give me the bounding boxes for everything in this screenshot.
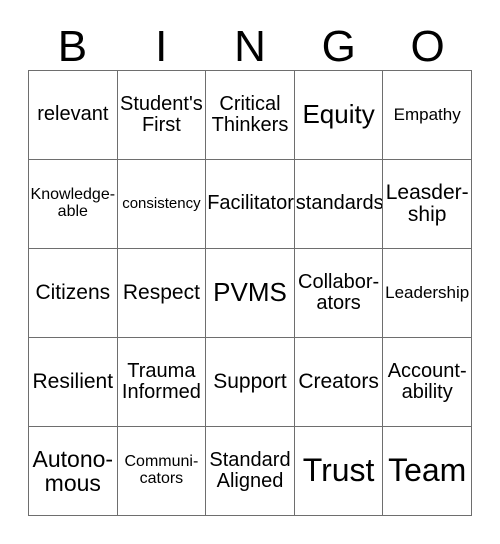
bingo-header-letter-i: I [155, 22, 168, 71]
bingo-row: Knowledge- able consistency Facilitator … [28, 159, 472, 249]
bingo-cell-label: Autono- mous [32, 445, 114, 496]
bingo-cell-label: Knowledge- able [30, 186, 116, 220]
bingo-header-letter-b: B [57, 22, 88, 71]
bingo-header: B I N G O [28, 15, 472, 70]
bingo-cell-label: Student's First [120, 92, 203, 136]
bingo-cell-label: Leasder- ship [385, 180, 469, 226]
bingo-cell-o4[interactable]: Account- ability [382, 337, 472, 427]
bingo-cell-label: Trust [302, 452, 375, 489]
bingo-cell-label: standards [295, 192, 383, 215]
bingo-cell-b3[interactable]: Citizens [28, 248, 118, 338]
bingo-cell-label: consistency [122, 195, 201, 213]
bingo-cell-i3[interactable]: Respect [116, 248, 207, 338]
bingo-cell-label: Creators [298, 369, 379, 393]
bingo-cell-b1[interactable]: relevant [28, 70, 118, 160]
bingo-cell-label: Collabor- ators [298, 270, 380, 314]
bingo-cell-b4[interactable]: Resilient [28, 337, 118, 427]
bingo-cell-b5[interactable]: Autono- mous [28, 426, 118, 516]
bingo-cell-label: Resilient [32, 369, 114, 393]
bingo-cell-label: Account- ability [387, 359, 467, 403]
bingo-cell-label: Leadership [385, 282, 470, 302]
bingo-header-letter-n: N [234, 22, 266, 71]
bingo-row: Resilient Trauma Informed Support Creato… [28, 337, 472, 427]
bingo-cell-g5[interactable]: Trust [293, 426, 384, 516]
bingo-cell-n2[interactable]: Facilitator [205, 159, 295, 249]
bingo-row: Autono- mous Communi- cators Standard Al… [28, 426, 472, 516]
bingo-cell-label: Empathy [393, 104, 461, 124]
bingo-cell-g3[interactable]: Collabor- ators [293, 248, 384, 338]
bingo-header-letter-o: O [410, 22, 445, 71]
bingo-cell-o3[interactable]: Leadership [382, 248, 472, 338]
bingo-cell-label: Equity [302, 99, 375, 130]
bingo-cell-label: Standard Aligned [209, 448, 291, 492]
bingo-cell-label: Communi- cators [124, 453, 199, 487]
bingo-cell-n4[interactable]: Support [205, 337, 295, 427]
bingo-cell-label: Citizens [35, 280, 111, 304]
bingo-row: Citizens Respect PVMS Collabor- ators Le… [28, 248, 472, 338]
bingo-cell-label: PVMS [213, 277, 287, 308]
bingo-cell-i2[interactable]: consistency [116, 159, 207, 249]
bingo-cell-i4[interactable]: Trauma Informed [116, 337, 207, 427]
bingo-cell-i5[interactable]: Communi- cators [116, 426, 207, 516]
bingo-cell-n5[interactable]: Standard Aligned [205, 426, 295, 516]
bingo-cell-g2[interactable]: standards [293, 159, 384, 249]
bingo-cell-label: Facilitator [207, 192, 294, 215]
bingo-cell-g4[interactable]: Creators [293, 337, 384, 427]
bingo-cell-o1[interactable]: Empathy [382, 70, 472, 160]
bingo-cell-n1[interactable]: Critical Thinkers [205, 70, 295, 160]
bingo-row: relevant Student's First Critical Thinke… [28, 70, 472, 160]
bingo-cell-o5[interactable]: Team [382, 426, 472, 516]
bingo-cell-label: Respect [122, 280, 200, 304]
bingo-cell-label: Team [388, 452, 467, 489]
bingo-cell-i1[interactable]: Student's First [116, 70, 207, 160]
bingo-card: B I N G O relevant Student's First Criti… [28, 15, 472, 516]
bingo-cell-g1[interactable]: Equity [293, 70, 384, 160]
bingo-cell-label: Trauma Informed [121, 359, 201, 403]
bingo-cell-b2[interactable]: Knowledge- able [28, 159, 118, 249]
bingo-cell-o2[interactable]: Leasder- ship [382, 159, 472, 249]
bingo-cell-label: Support [213, 369, 287, 393]
bingo-cell-label: Critical Thinkers [211, 92, 289, 136]
bingo-cell-label: relevant [37, 103, 109, 126]
bingo-grid: relevant Student's First Critical Thinke… [28, 70, 472, 516]
bingo-header-letter-g: G [321, 22, 356, 71]
bingo-cell-n3[interactable]: PVMS [205, 248, 295, 338]
